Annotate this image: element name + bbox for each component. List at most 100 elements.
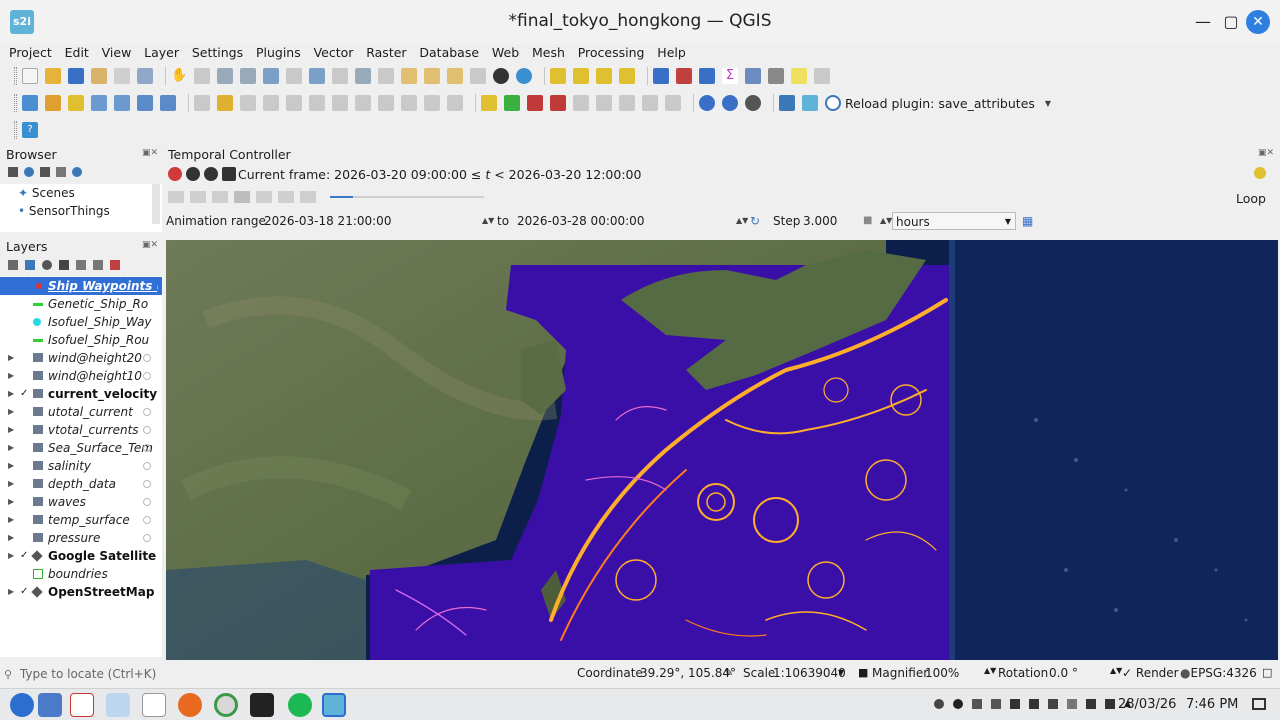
label-pin-icon[interactable] [527, 95, 543, 111]
minimize-icon[interactable]: — [1193, 12, 1213, 32]
menu-edit[interactable]: Edit [65, 44, 89, 61]
zoom-next-icon[interactable] [378, 68, 394, 84]
browser-dock-buttons[interactable]: ▣✕ [142, 148, 158, 158]
step-unit-select[interactable]: hours ▼ [892, 212, 1016, 230]
annotation-icon[interactable] [814, 68, 830, 84]
menu-web[interactable]: Web [492, 44, 519, 61]
layer-indicator-icon[interactable] [143, 372, 151, 380]
deselect-icon[interactable] [596, 68, 612, 84]
vertex-tool-icon[interactable] [286, 95, 302, 111]
zoom-full-icon[interactable] [263, 68, 279, 84]
toolbar-grip[interactable] [14, 94, 17, 112]
expand-arrow-icon[interactable]: ▶ [8, 547, 16, 565]
data-source-manager-icon[interactable] [22, 95, 38, 111]
menu-processing[interactable]: Processing [578, 44, 645, 61]
maximize-icon[interactable]: ▢ [1221, 12, 1241, 32]
layer-indicator-icon[interactable] [143, 498, 151, 506]
web-globe-icon[interactable] [722, 95, 738, 111]
layer-item[interactable]: Isofuel_Ship_Rou [0, 331, 162, 349]
select-features-icon[interactable] [550, 68, 566, 84]
range-start-spinner[interactable]: ▲▼ [482, 212, 494, 230]
terminal-icon[interactable] [250, 693, 274, 717]
clear-step-icon[interactable]: ■ [863, 212, 873, 230]
temporal-dock-buttons[interactable]: ▣✕ [1258, 148, 1274, 158]
layer-item[interactable]: Ship Waypoints ( [0, 276, 163, 296]
bluetooth-icon[interactable] [1048, 699, 1058, 709]
collapse-all-icon[interactable] [56, 167, 66, 177]
menu-layer[interactable]: Layer [144, 44, 179, 61]
delete-selected-icon[interactable] [332, 95, 348, 111]
settings-gear-icon[interactable] [699, 68, 715, 84]
menu-settings[interactable]: Settings [192, 44, 243, 61]
zoom-native-icon[interactable] [332, 68, 348, 84]
identify-icon[interactable] [653, 68, 669, 84]
expand-all-icon[interactable] [76, 260, 86, 270]
label-highlight-icon[interactable] [550, 95, 566, 111]
bookmark-icon[interactable] [447, 68, 463, 84]
map-canvas[interactable] [166, 240, 1278, 660]
new-print-layout-icon[interactable] [91, 68, 107, 84]
browser-item-scenes[interactable]: ✦ Scenes [18, 184, 75, 202]
measure-icon[interactable] [768, 68, 784, 84]
filter-icon[interactable] [40, 167, 50, 177]
show-desktop-icon[interactable] [38, 693, 62, 717]
tray-clipboard-icon[interactable] [991, 699, 1001, 709]
render-checkbox[interactable]: ✓ Render [1122, 666, 1179, 680]
expand-arrow-icon[interactable]: ▶ [8, 511, 16, 529]
paste-features-icon[interactable] [401, 95, 417, 111]
layer-item[interactable]: ▶ salinity [0, 457, 162, 475]
copy-features-icon[interactable] [378, 95, 394, 111]
layer-item[interactable]: ▶ ✓ OpenStreetMap [0, 583, 162, 601]
expand-arrow-icon[interactable]: ▶ [8, 439, 16, 457]
pan-to-selection-icon[interactable] [194, 68, 210, 84]
scale-field[interactable]: 1:10639040 [773, 666, 846, 680]
layer-item[interactable]: boundries [0, 565, 162, 583]
qgis-taskbar-icon[interactable] [322, 693, 346, 717]
layer-style-icon[interactable] [8, 260, 18, 270]
taskbar-date[interactable]: 28/03/26 [1118, 697, 1176, 712]
lock-icon[interactable]: ■ [858, 666, 868, 679]
menu-project[interactable]: Project [9, 44, 52, 61]
pdf-reader-icon[interactable] [70, 693, 94, 717]
cut-features-icon[interactable] [355, 95, 371, 111]
add-feature-icon[interactable] [263, 95, 279, 111]
range-start-field[interactable]: 2026-03-18 21:00:00 [264, 212, 391, 230]
zoom-in-icon[interactable] [217, 68, 233, 84]
scale-dropdown-icon[interactable]: ▼ [838, 668, 844, 677]
zoom-selection-icon[interactable] [286, 68, 302, 84]
layer-indicator-icon[interactable] [143, 480, 151, 488]
menu-raster[interactable]: Raster [366, 44, 406, 61]
new-project-icon[interactable] [22, 68, 38, 84]
expand-arrow-icon[interactable]: ▶ [8, 457, 16, 475]
spotify-icon[interactable] [288, 693, 312, 717]
play-forward-icon[interactable] [256, 191, 272, 203]
statistics-icon[interactable] [745, 68, 761, 84]
open-project-icon[interactable] [45, 68, 61, 84]
add-group-icon[interactable] [25, 260, 35, 270]
coordinate-field[interactable]: 39.29°, 105.84° [640, 666, 736, 680]
map-tips-icon[interactable] [791, 68, 807, 84]
export-animation-icon[interactable]: ▦ [1022, 212, 1034, 230]
movie-mode-icon[interactable] [222, 167, 236, 181]
layer-indicator-icon[interactable] [143, 516, 151, 524]
layout-manager-icon[interactable] [114, 68, 130, 84]
new-geopackage-icon[interactable] [45, 95, 61, 111]
diagram-icon[interactable] [504, 95, 520, 111]
messages-icon[interactable]: □ [1262, 666, 1272, 679]
layer-item[interactable]: Isofuel_Ship_Way [0, 313, 162, 331]
tray-status-icon[interactable] [953, 699, 963, 709]
browser-item-sensorthings[interactable]: • SensorThings [18, 202, 110, 220]
desktop-peek-icon[interactable] [1252, 698, 1266, 710]
label-icon[interactable] [481, 95, 497, 111]
layer-item[interactable]: ▶ wind@height10 [0, 367, 162, 385]
layer-item[interactable]: ▶ wind@height20 [0, 349, 162, 367]
layer-item[interactable]: ▶ Sea_Surface_Tem [0, 439, 162, 457]
rotation-spinner[interactable]: ▲▼ [1110, 666, 1122, 675]
layer-item[interactable]: ▶ utotal_current [0, 403, 162, 421]
reload-plugin-label[interactable]: Reload plugin: save_attributes [845, 96, 1035, 111]
previous-frame-icon[interactable] [190, 191, 206, 203]
help-icon[interactable]: ? [22, 122, 38, 138]
virtual-layer-icon[interactable] [137, 95, 153, 111]
new-map-view-icon[interactable] [401, 68, 417, 84]
range-end-spinner[interactable]: ▲▼ [736, 212, 748, 230]
